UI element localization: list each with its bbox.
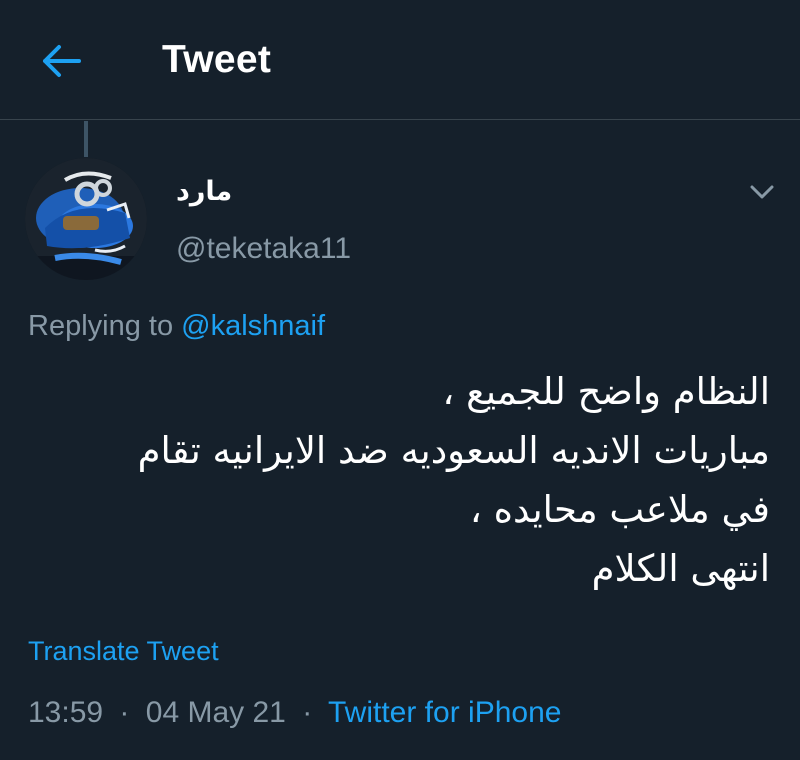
replying-to-line: Replying to @kalshnaif xyxy=(28,310,325,343)
tweet-text-line: انتهى الكلام xyxy=(591,547,770,590)
tweet-text-line: مباريات الانديه السعوديه ضد الايرانيه تق… xyxy=(137,429,770,472)
author-handle[interactable]: @teketaka11 xyxy=(176,232,351,266)
separator-dot: · xyxy=(302,696,313,729)
tweet-detail-screen: Tweet مارد @teketaka11 Replying to @kals… xyxy=(0,0,800,760)
tweet-source-link[interactable]: Twitter for iPhone xyxy=(328,696,561,729)
chevron-down-icon xyxy=(750,185,774,199)
arrow-left-icon xyxy=(43,45,81,77)
tweet-metadata: 13:59 · 04 May 21 · Twitter for iPhone xyxy=(28,696,561,730)
author-display-name[interactable]: مارد xyxy=(176,176,232,207)
tweet-body: النظام واضح للجميع ، مباريات الانديه الس… xyxy=(10,362,770,598)
avatar-image xyxy=(25,158,147,280)
replying-to-mention-link[interactable]: @kalshnaif xyxy=(181,310,325,342)
replying-to-label: Replying to xyxy=(28,310,174,342)
tweet-time: 13:59 xyxy=(28,696,104,729)
separator-dot: · xyxy=(119,696,130,729)
tweet-text-line: في ملاعب محايده ، xyxy=(469,488,770,531)
page-title: Tweet xyxy=(162,38,272,81)
tweet-text-line: النظام واضح للجميع ، xyxy=(442,370,770,413)
header-bar: Tweet xyxy=(0,0,800,120)
back-button[interactable] xyxy=(38,38,84,84)
tweet-menu-button[interactable] xyxy=(744,176,780,208)
thread-connector-line xyxy=(84,121,88,157)
tweet-date: 04 May 21 xyxy=(145,696,286,729)
translate-tweet-link[interactable]: Translate Tweet xyxy=(28,636,219,667)
avatar[interactable] xyxy=(25,158,147,280)
